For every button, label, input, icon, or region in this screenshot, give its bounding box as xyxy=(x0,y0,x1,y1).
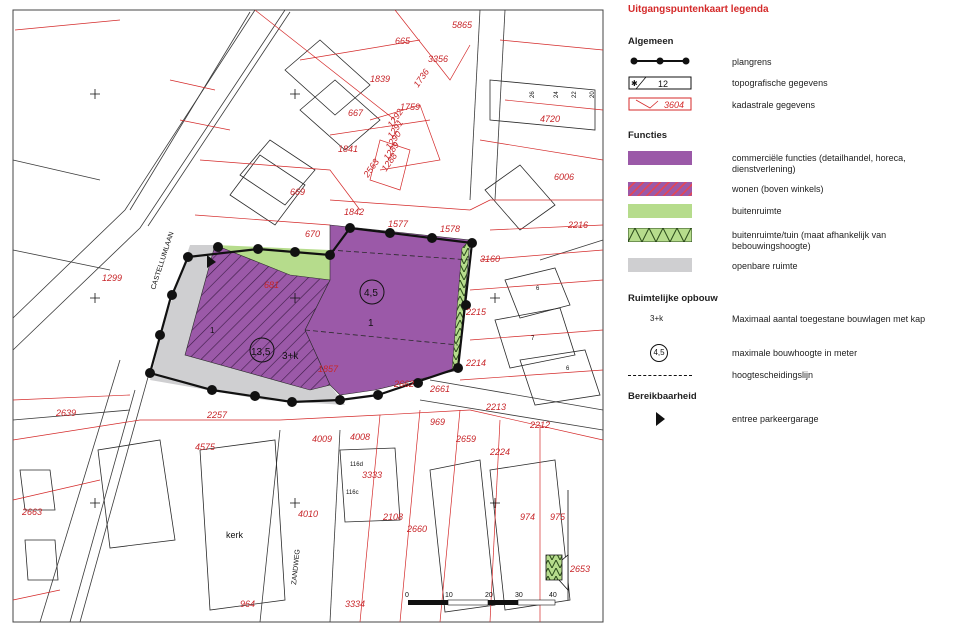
kadastraal-symbol: 3604 xyxy=(628,97,692,111)
parcel-number: 3333 xyxy=(362,470,382,480)
section-bereik: Bereikbaarheid xyxy=(628,391,697,402)
parcel-number: 2653 xyxy=(569,564,590,574)
parcel-number: 3160 xyxy=(480,254,500,264)
parcel-number: 670 xyxy=(305,229,320,239)
topo-label: topografische gegevens xyxy=(732,78,828,88)
parcel-number: 665 xyxy=(395,36,411,46)
parcel-number: 669 xyxy=(290,187,305,197)
bouwhoogte-symbol: 4,5 xyxy=(650,344,668,362)
parcel-number: 2659 xyxy=(455,434,476,444)
parcel-number: 1841 xyxy=(338,144,358,154)
parcel-number: 2108 xyxy=(382,512,403,522)
parcel-number: 964 xyxy=(240,599,255,609)
parcel-number: 2639 xyxy=(55,408,76,418)
parcel-number: 3334 xyxy=(345,599,365,609)
bouwlagen-symbol: 3+k xyxy=(650,314,664,323)
svg-text:3604: 3604 xyxy=(664,100,684,110)
parcel-number: 974 xyxy=(520,512,535,522)
svg-text:✱: ✱ xyxy=(631,79,638,88)
legend-title: Uitgangspuntenkaart legenda xyxy=(628,4,769,15)
scale-tick-label: 30 xyxy=(515,592,523,599)
legend-panel: Uitgangspuntenkaart legenda Algemeen pla… xyxy=(620,0,970,636)
parcel-number: 2662 xyxy=(393,379,414,389)
zoning-map: 665 3356 5865 1839 1759 667 1841 669 670 1842 1577… xyxy=(12,9,604,623)
svg-text:12: 12 xyxy=(658,79,668,89)
scale-tick-label: 0 xyxy=(405,592,409,599)
parcel-number: 2663 xyxy=(21,507,42,517)
parcel-number: 2660 xyxy=(406,524,427,534)
house-number: 24 xyxy=(554,91,560,98)
parcel-number: 1759 xyxy=(400,102,420,112)
bouwlagen-label: Maximaal aantal toegestane bouwlagen met… xyxy=(732,314,926,324)
parcel-number: 1839 xyxy=(370,74,390,84)
scale-tick-label: 40 xyxy=(549,592,557,599)
building-label: kerk xyxy=(226,530,244,540)
section-opbouw: Ruimtelijke opbouw xyxy=(628,293,718,304)
parcel-number: 4010 xyxy=(298,509,318,519)
commercieel-label: commerciële functies (detailhandel, hore… xyxy=(732,153,906,174)
entree-label: entree parkeergarage xyxy=(732,414,819,424)
parcel-number: 2215 xyxy=(465,307,487,317)
bouwhoogte-label: maximale bouwhoogte in meter xyxy=(732,348,858,358)
house-number: 22 xyxy=(572,91,578,98)
parcel-number: 4720 xyxy=(540,114,560,124)
parcel-number: 4575 xyxy=(195,442,216,452)
parcel-number: 4009 xyxy=(312,434,332,444)
plangrens-label: plangrens xyxy=(732,57,772,67)
parcel-number: 4008 xyxy=(350,432,370,442)
hoogtelijn-label: hoogtescheidingslijn xyxy=(732,370,814,380)
house-number: 116d xyxy=(350,462,363,468)
hoogtelijn-symbol xyxy=(628,375,692,376)
plangrens-symbol xyxy=(630,57,690,65)
scale-tick-label: 20 xyxy=(485,592,493,599)
height-value: 13,5 xyxy=(251,347,271,358)
entree-icon xyxy=(656,412,665,426)
parcel-number: 5865 xyxy=(452,20,473,30)
parcel-number: 969 xyxy=(430,417,445,427)
parcel-number: 2224 xyxy=(489,447,510,457)
parcel-number: 6006 xyxy=(554,172,574,182)
parcel-number: 1857 xyxy=(318,364,339,374)
floor-value: 3+k xyxy=(282,351,299,362)
parcel-number: 2212 xyxy=(529,420,550,430)
parcel-number: 681 xyxy=(264,280,279,290)
kadastraal-label: kadastrale gegevens xyxy=(732,100,816,110)
parcel-number: 1842 xyxy=(344,207,364,217)
height-value: 4,5 xyxy=(364,288,378,299)
buitentuin-swatch xyxy=(628,228,692,242)
wonen-swatch xyxy=(628,182,692,196)
parcel-number: 667 xyxy=(348,108,364,118)
parcel-number: 1578 xyxy=(440,224,460,234)
house-number: 116c xyxy=(346,490,359,496)
openbaar-swatch xyxy=(628,258,692,272)
buitentuin-label: buitenruimte/tuin (maat afhankelijk van … xyxy=(732,230,887,251)
parcel-number: 975 xyxy=(550,512,566,522)
floor-value: 1 xyxy=(368,318,374,329)
parcel-number: 2214 xyxy=(465,358,486,368)
buiten-swatch xyxy=(628,204,692,218)
wonen-label: wonen (boven winkels) xyxy=(732,184,824,194)
floor-value: 1 xyxy=(210,326,215,335)
parcel-number: 1299 xyxy=(102,273,122,283)
section-functies: Functies xyxy=(628,130,668,141)
house-number: 20 xyxy=(590,91,596,98)
openbaar-label: openbare ruimte xyxy=(732,261,798,271)
commercieel-swatch xyxy=(628,151,692,165)
parcel-number: 3356 xyxy=(428,54,448,64)
parcel-number: 2257 xyxy=(206,410,228,420)
parcel-number: 1577 xyxy=(388,219,409,229)
topo-symbol: ✱ 12 xyxy=(628,76,692,90)
parcel-number: 2213 xyxy=(485,402,506,412)
parcel-number: 2216 xyxy=(567,220,588,230)
scale-tick-label: 10 xyxy=(445,592,453,599)
house-number: 26 xyxy=(530,91,536,98)
parcel-number: 2661 xyxy=(429,384,450,394)
scale-bar xyxy=(408,599,556,606)
buiten-label: buitenruimte xyxy=(732,206,782,216)
section-algemeen: Algemeen xyxy=(628,36,674,47)
